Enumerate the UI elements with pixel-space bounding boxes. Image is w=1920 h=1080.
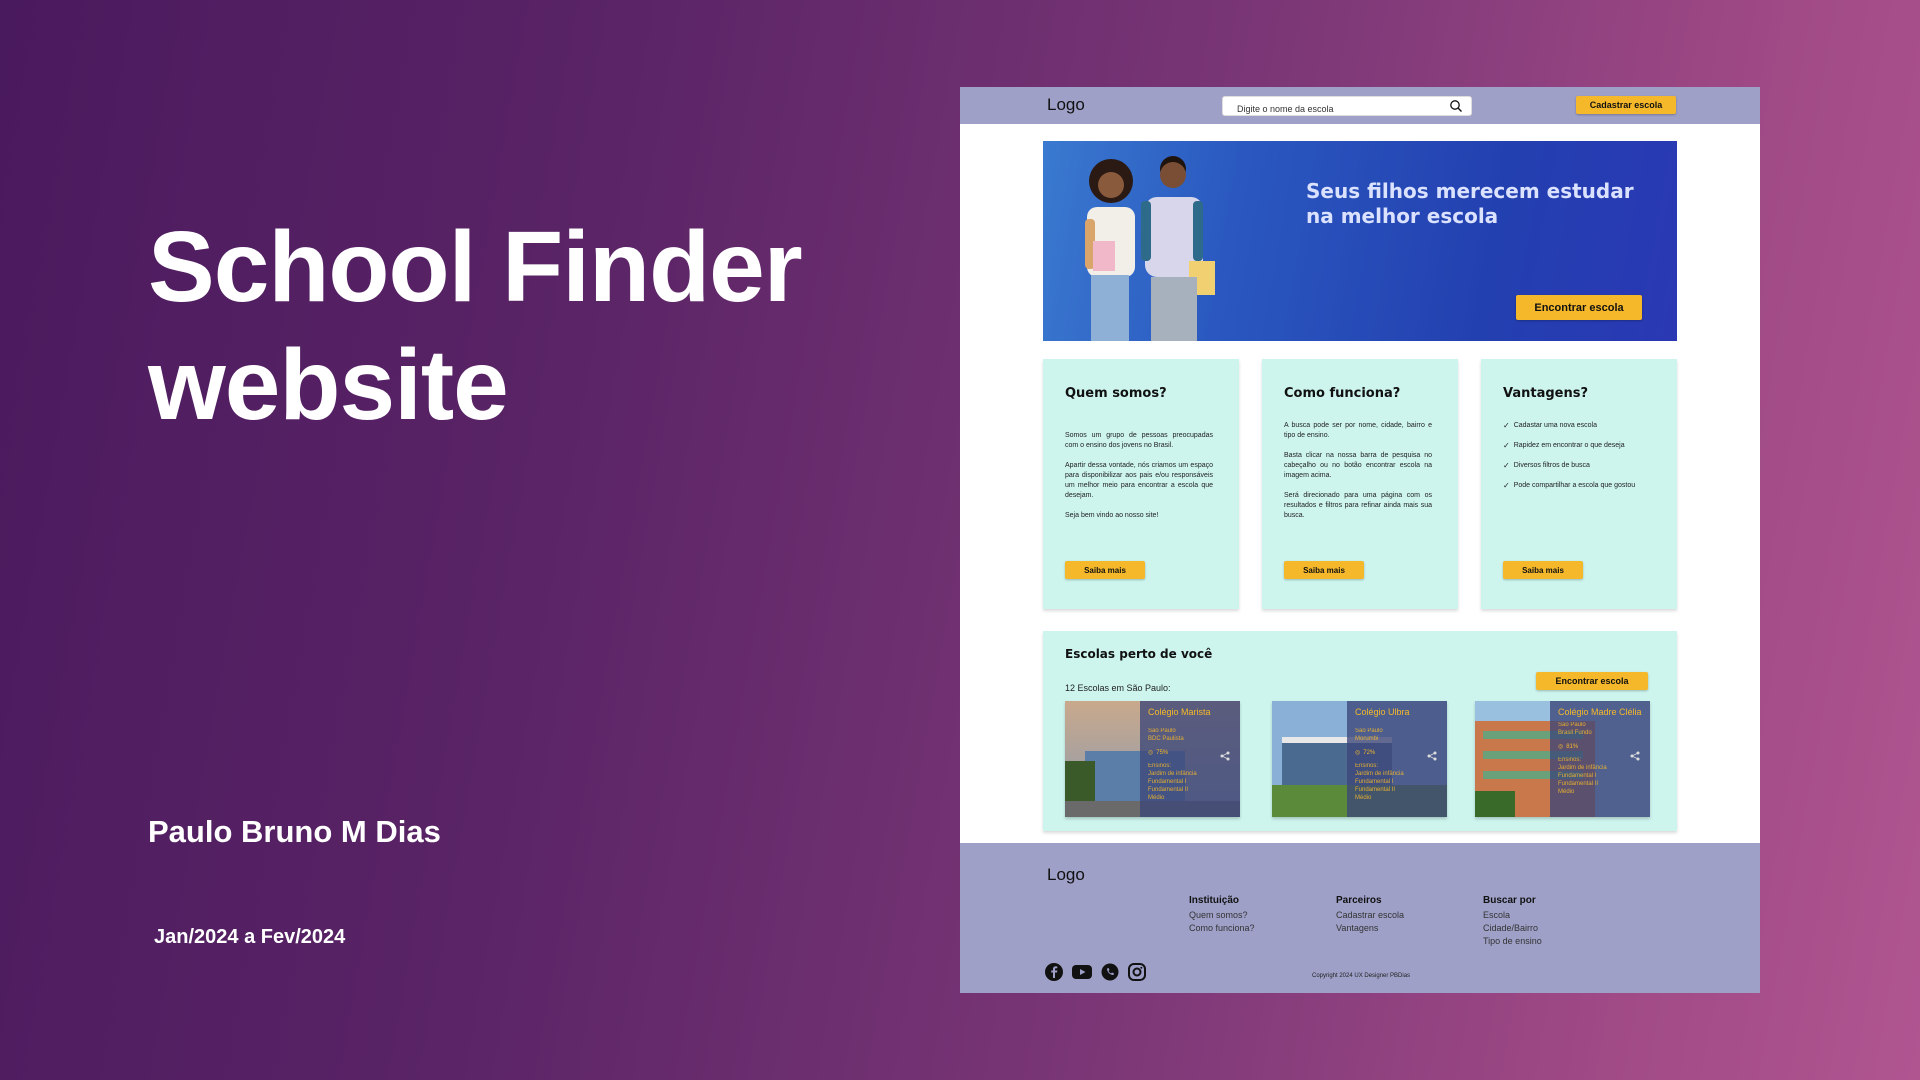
- footer-link-how[interactable]: Como funciona?: [1189, 922, 1255, 935]
- children-photo: [1085, 156, 1215, 341]
- list-item: ✓ Cadastar uma nova escola: [1503, 421, 1651, 431]
- card-about-p1: Somos um grupo de pessoas preocupadas co…: [1065, 432, 1213, 449]
- card-about-body: Somos um grupo de pessoas preocupadas co…: [1065, 431, 1213, 531]
- list-item: ✓ Diversos filtros de busca: [1503, 461, 1651, 471]
- card-how: Como funciona? A busca pode ser por nome…: [1262, 359, 1458, 609]
- rating-value: 75%: [1156, 749, 1169, 756]
- site-header: Logo Cadastrar escola: [960, 87, 1760, 124]
- project-period: Jan/2024 a Fev/2024: [154, 926, 346, 948]
- card-how-p2: Basta clicar na nossa barra de pesquisa …: [1284, 452, 1432, 479]
- card-how-body: A busca pode ser por nome, cidade, bairr…: [1284, 421, 1432, 531]
- school-name[interactable]: Colégio Marista: [1148, 707, 1232, 717]
- card-advantages-more-button[interactable]: Saiba mais: [1503, 561, 1583, 579]
- nearby-title: Escolas perto de você: [1065, 647, 1213, 661]
- nearby-count: 12 Escolas em São Paulo:: [1065, 683, 1171, 693]
- header-logo[interactable]: Logo: [1047, 95, 1085, 115]
- nearby-find-school-button[interactable]: Encontrar escola: [1536, 672, 1648, 690]
- card-about-p2: Apartir dessa vontade, nós criamos um es…: [1065, 462, 1213, 499]
- facebook-icon[interactable]: [1045, 963, 1063, 981]
- footer-col-institution: Instituição Quem somos? Como funciona?: [1189, 895, 1255, 935]
- social-links: [1045, 963, 1146, 981]
- footer-link-register[interactable]: Cadastrar escola: [1336, 909, 1404, 922]
- hero-headline: Seus filhos merecem estudar na melhor es…: [1306, 179, 1646, 229]
- card-about-p3: Seja bem vindo ao nosso site!: [1065, 512, 1159, 519]
- advantage-text: Diversos filtros de busca: [1513, 462, 1590, 469]
- copyright-text: Copyright 2024 UX Designer PBDias: [1312, 973, 1411, 979]
- card-advantages-title: Vantagens?: [1503, 386, 1589, 401]
- footer-link-about[interactable]: Quem somos?: [1189, 909, 1255, 922]
- footer-col-title: Instituição: [1189, 895, 1240, 906]
- advantage-text: Cadastar uma nova escola: [1513, 422, 1597, 429]
- footer-link-school[interactable]: Escola: [1483, 909, 1542, 922]
- school-info-overlay: Colégio Marista São Paulo BDC Paulista ◎…: [1140, 701, 1240, 817]
- footer-logo[interactable]: Logo: [1047, 865, 1085, 885]
- advantages-list: ✓ Cadastar uma nova escola ✓ Rapidez em en…: [1503, 421, 1651, 501]
- check-icon: ✓: [1503, 461, 1510, 470]
- footer-col-title: Buscar por: [1483, 895, 1536, 906]
- share-icon[interactable]: [1630, 751, 1640, 761]
- school-name[interactable]: Colégio Ulbra: [1355, 707, 1439, 717]
- school-card-marista[interactable]: Colégio Marista São Paulo BDC Paulista ◎…: [1065, 701, 1240, 817]
- rating-icon: ◎: [1558, 744, 1564, 750]
- hero-headline-line1: Seus filhos merecem estudar: [1306, 179, 1634, 203]
- footer-col-search-by: Buscar por Escola Cidade/Bairro Tipo de …: [1483, 895, 1542, 948]
- school-levels: Ensinos: Jardim de infância Fundamental …: [1148, 763, 1197, 801]
- share-icon[interactable]: [1220, 751, 1230, 761]
- rating-value: 81%: [1566, 743, 1579, 750]
- school-card-ulbra[interactable]: Colégio Ulbra São Paulo Morumbi ◎ 72% Ens…: [1272, 701, 1447, 817]
- share-icon[interactable]: [1427, 751, 1437, 761]
- card-about-more-button[interactable]: Saiba mais: [1065, 561, 1145, 579]
- hero-find-school-button[interactable]: Encontrar escola: [1516, 295, 1642, 320]
- rating-value: 72%: [1363, 749, 1376, 756]
- website-mockup: Logo Cadastrar escola: [960, 87, 1760, 993]
- card-how-title: Como funciona?: [1284, 386, 1401, 401]
- advantage-text: Pode compartilhar a escola que gostou: [1513, 482, 1636, 489]
- list-item: ✓ Rapidez em encontrar o que deseja: [1503, 441, 1651, 451]
- site-footer: Logo Instituição Quem somos? Como funcio…: [960, 843, 1760, 993]
- hero-banner: Seus filhos merecem estudar na melhor es…: [1043, 141, 1677, 341]
- school-levels: Ensinos: Jardim de infância Fundamental …: [1558, 757, 1607, 795]
- search-input[interactable]: [1237, 100, 1447, 118]
- card-advantages: Vantagens? ✓ Cadastar uma nova escola ✓ Ra…: [1481, 359, 1677, 609]
- search-bar[interactable]: [1222, 96, 1472, 118]
- check-icon: ✓: [1503, 421, 1510, 430]
- footer-col-title: Parceiros: [1336, 895, 1382, 906]
- youtube-icon[interactable]: [1072, 963, 1092, 981]
- hero-headline-line2: na melhor escola: [1306, 204, 1499, 228]
- card-about: Quem somos? Somos um grupo de pessoas pr…: [1043, 359, 1239, 609]
- school-levels: Ensinos: Jardim de infância Fundamental …: [1355, 763, 1404, 801]
- slide-title-line2: website: [148, 329, 509, 441]
- author-name: Paulo Bruno M Dias: [148, 814, 441, 849]
- school-location: São Paulo Morumbi: [1355, 728, 1383, 742]
- check-icon: ✓: [1503, 481, 1510, 490]
- search-icon[interactable]: [1449, 99, 1463, 113]
- advantage-text: Rapidez em encontrar o que deseja: [1513, 442, 1625, 449]
- list-item: ✓ Pode compartilhar a escola que gostou: [1503, 481, 1651, 491]
- nearby-schools-section: Escolas perto de você 12 Escolas em São …: [1043, 631, 1677, 831]
- school-rating: ◎ 81%: [1558, 743, 1642, 751]
- card-about-title: Quem somos?: [1065, 386, 1167, 401]
- footer-col-partners: Parceiros Cadastrar escola Vantagens: [1336, 895, 1404, 935]
- whatsapp-icon[interactable]: [1101, 963, 1119, 981]
- school-name[interactable]: Colégio Madre Clélia: [1558, 707, 1642, 717]
- register-school-button[interactable]: Cadastrar escola: [1576, 96, 1676, 114]
- rating-icon: ◎: [1355, 750, 1361, 756]
- check-icon: ✓: [1503, 441, 1510, 450]
- footer-link-city[interactable]: Cidade/Bairro: [1483, 922, 1542, 935]
- rating-icon: ◎: [1148, 750, 1154, 756]
- school-card-madre-clelia[interactable]: Colégio Madre Clélia São Paulo Brasil Fu…: [1475, 701, 1650, 817]
- card-how-p1: A busca pode ser por nome, cidade, bairr…: [1284, 422, 1432, 439]
- card-how-p3: Será direcionado para uma página com os …: [1284, 492, 1432, 519]
- school-info-overlay: Colégio Madre Clélia São Paulo Brasil Fu…: [1550, 701, 1650, 817]
- instagram-icon[interactable]: [1128, 963, 1146, 981]
- card-how-more-button[interactable]: Saiba mais: [1284, 561, 1364, 579]
- slide-title-line1: School Finder: [148, 211, 803, 323]
- school-location: São Paulo Brasil Fundo: [1558, 722, 1592, 736]
- school-info-overlay: Colégio Ulbra São Paulo Morumbi ◎ 72% Ens…: [1347, 701, 1447, 817]
- school-location: São Paulo BDC Paulista: [1148, 728, 1184, 742]
- footer-link-advantages[interactable]: Vantagens: [1336, 922, 1404, 935]
- footer-link-type[interactable]: Tipo de ensino: [1483, 935, 1542, 948]
- slide-title: School Finder website: [148, 208, 803, 444]
